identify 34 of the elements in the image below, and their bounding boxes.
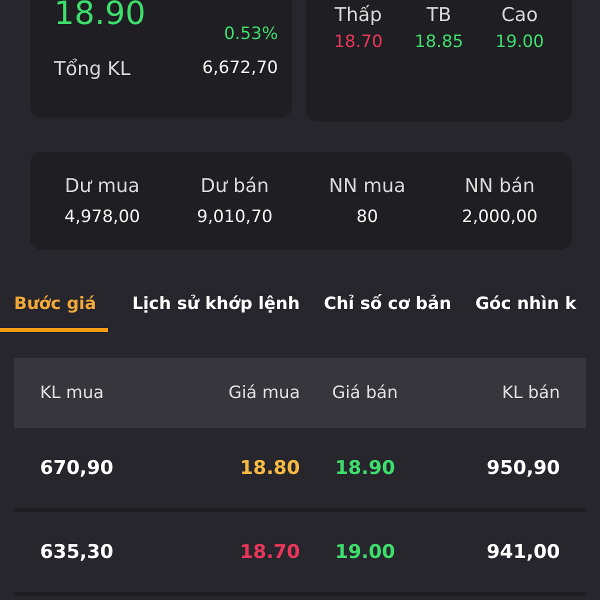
- stat-label: Dư bán: [200, 175, 269, 197]
- stat-label: NN bán: [464, 175, 535, 197]
- range-value: 18.70: [334, 32, 383, 52]
- range-label: Thấp: [334, 4, 382, 26]
- tab[interactable]: Lịch sử khớp lệnh: [132, 294, 300, 332]
- stat-value: 80: [356, 207, 378, 227]
- stat-label: NN mua: [328, 175, 406, 197]
- tab[interactable]: Chỉ số cơ bản: [324, 294, 452, 332]
- column-header: KL mua: [40, 383, 104, 403]
- table-cell: 635,30: [40, 541, 114, 563]
- volume-value: 6,672,70: [202, 58, 278, 80]
- column-header: Giá bán: [332, 383, 398, 403]
- last-price: 18.90: [54, 0, 146, 30]
- range-label: TB: [426, 4, 452, 26]
- column-header: Giá mua: [228, 383, 300, 403]
- table-cell: 18.80: [240, 457, 300, 479]
- table-cell: 19.00: [334, 541, 396, 563]
- range-value: 19.00: [495, 32, 544, 52]
- stat-value: 9,010,70: [196, 207, 273, 227]
- table-cell: 18.90: [334, 457, 396, 479]
- stat-value: 2,000,00: [462, 207, 538, 227]
- stat-label: Dư mua: [64, 175, 140, 197]
- range-label: Cao: [501, 4, 538, 26]
- volume-label: Tổng KL: [54, 58, 130, 80]
- tab[interactable]: Bước giá: [0, 294, 108, 332]
- tab[interactable]: Góc nhìn k: [475, 294, 576, 332]
- range-value: 18.85: [414, 32, 464, 52]
- price-change: 0.53%: [224, 24, 278, 44]
- table-cell: 941,00: [486, 541, 560, 563]
- column-header: KL bán: [502, 383, 560, 403]
- table-cell: 18.70: [240, 541, 300, 563]
- table-cell: 950,90: [486, 457, 560, 479]
- table-cell: 670,90: [40, 457, 114, 479]
- stat-value: 4,978,00: [64, 207, 140, 227]
